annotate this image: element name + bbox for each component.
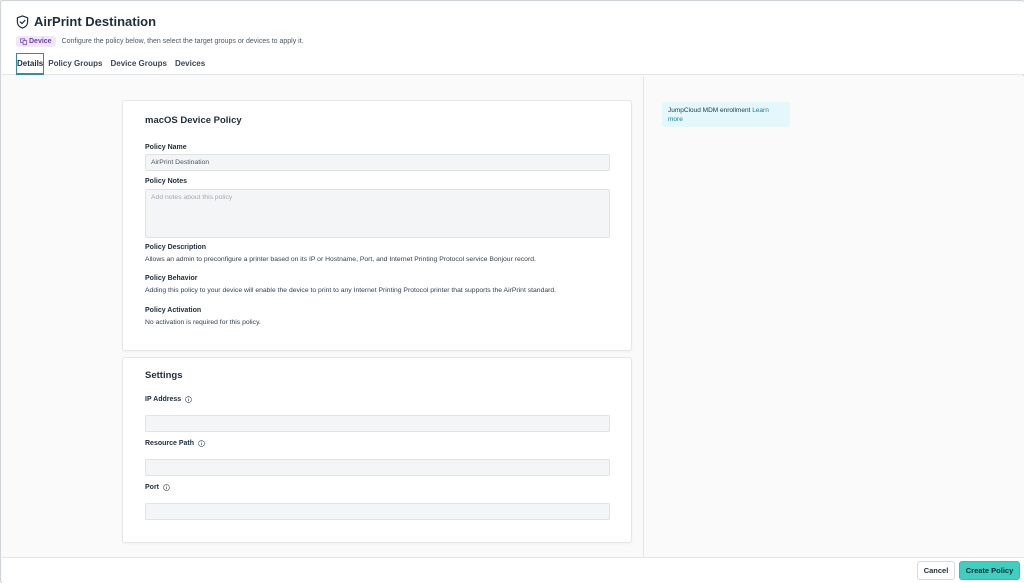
info-icon[interactable] xyxy=(163,484,170,491)
tab-devices[interactable]: Devices xyxy=(175,53,209,75)
tab-bar: Details Policy Groups Device Groups Devi… xyxy=(16,53,213,76)
info-icon[interactable] xyxy=(198,440,205,447)
create-policy-button[interactable]: Create Policy xyxy=(959,561,1020,580)
resource-path-label-text: Resource Path xyxy=(145,440,195,447)
policy-name-input[interactable] xyxy=(145,154,610,171)
main-content: macOS Device Policy Policy Name Policy N… xyxy=(2,76,644,557)
mdm-info-box: JumpCloud MDM enrollment Learn more xyxy=(662,102,790,127)
policy-behavior-label: Policy Behavior xyxy=(145,275,198,282)
policy-description-label: Policy Description xyxy=(145,244,207,251)
policy-card-title: macOS Device Policy xyxy=(145,115,242,126)
side-panel: JumpCloud MDM enrollment Learn more xyxy=(645,76,1024,557)
device-badge: Device xyxy=(16,36,56,47)
info-icon[interactable] xyxy=(185,396,192,403)
page-subtitle: Configure the policy below, then select … xyxy=(61,38,304,45)
device-icon xyxy=(20,38,27,45)
port-label: Port xyxy=(145,484,170,491)
shield-icon xyxy=(16,14,29,29)
settings-card: Settings IP Address Resource Path Port xyxy=(122,357,632,543)
resource-path-label: Resource Path xyxy=(145,440,205,447)
policy-notes-label: Policy Notes xyxy=(145,178,188,185)
settings-card-title: Settings xyxy=(145,370,183,381)
title-row: AirPrint Destination xyxy=(16,14,156,29)
tab-policy-groups[interactable]: Policy Groups xyxy=(48,53,106,75)
ip-address-label-text: IP Address xyxy=(145,396,182,403)
cancel-button[interactable]: Cancel xyxy=(917,561,955,580)
policy-card: macOS Device Policy Policy Name Policy N… xyxy=(122,100,632,351)
subtitle-row: Device Configure the policy below, then … xyxy=(16,36,304,47)
port-label-text: Port xyxy=(145,484,159,491)
mdm-info-text: JumpCloud MDM enrollment xyxy=(668,107,751,114)
port-input[interactable] xyxy=(145,503,610,520)
policy-activation-text: No activation is required for this polic… xyxy=(145,319,261,326)
policy-description-text: Allows an admin to preconfigure a printe… xyxy=(145,256,536,263)
tab-device-groups[interactable]: Device Groups xyxy=(110,53,170,75)
footer-bar: Cancel Create Policy xyxy=(2,557,1024,583)
policy-name-label: Policy Name xyxy=(145,144,187,151)
resource-path-input[interactable] xyxy=(145,459,610,476)
page-title: AirPrint Destination xyxy=(34,14,157,29)
page-header: AirPrint Destination Device Configure th… xyxy=(2,2,1024,75)
ip-address-input[interactable] xyxy=(145,415,610,432)
policy-behavior-text: Adding this policy to your device will e… xyxy=(145,287,557,294)
tab-details[interactable]: Details xyxy=(16,53,45,75)
policy-activation-label: Policy Activation xyxy=(145,307,202,314)
device-badge-label: Device xyxy=(29,38,52,45)
policy-notes-textarea[interactable] xyxy=(145,189,610,238)
ip-address-label: IP Address xyxy=(145,396,192,403)
app-window: AirPrint Destination Device Configure th… xyxy=(0,0,1024,583)
